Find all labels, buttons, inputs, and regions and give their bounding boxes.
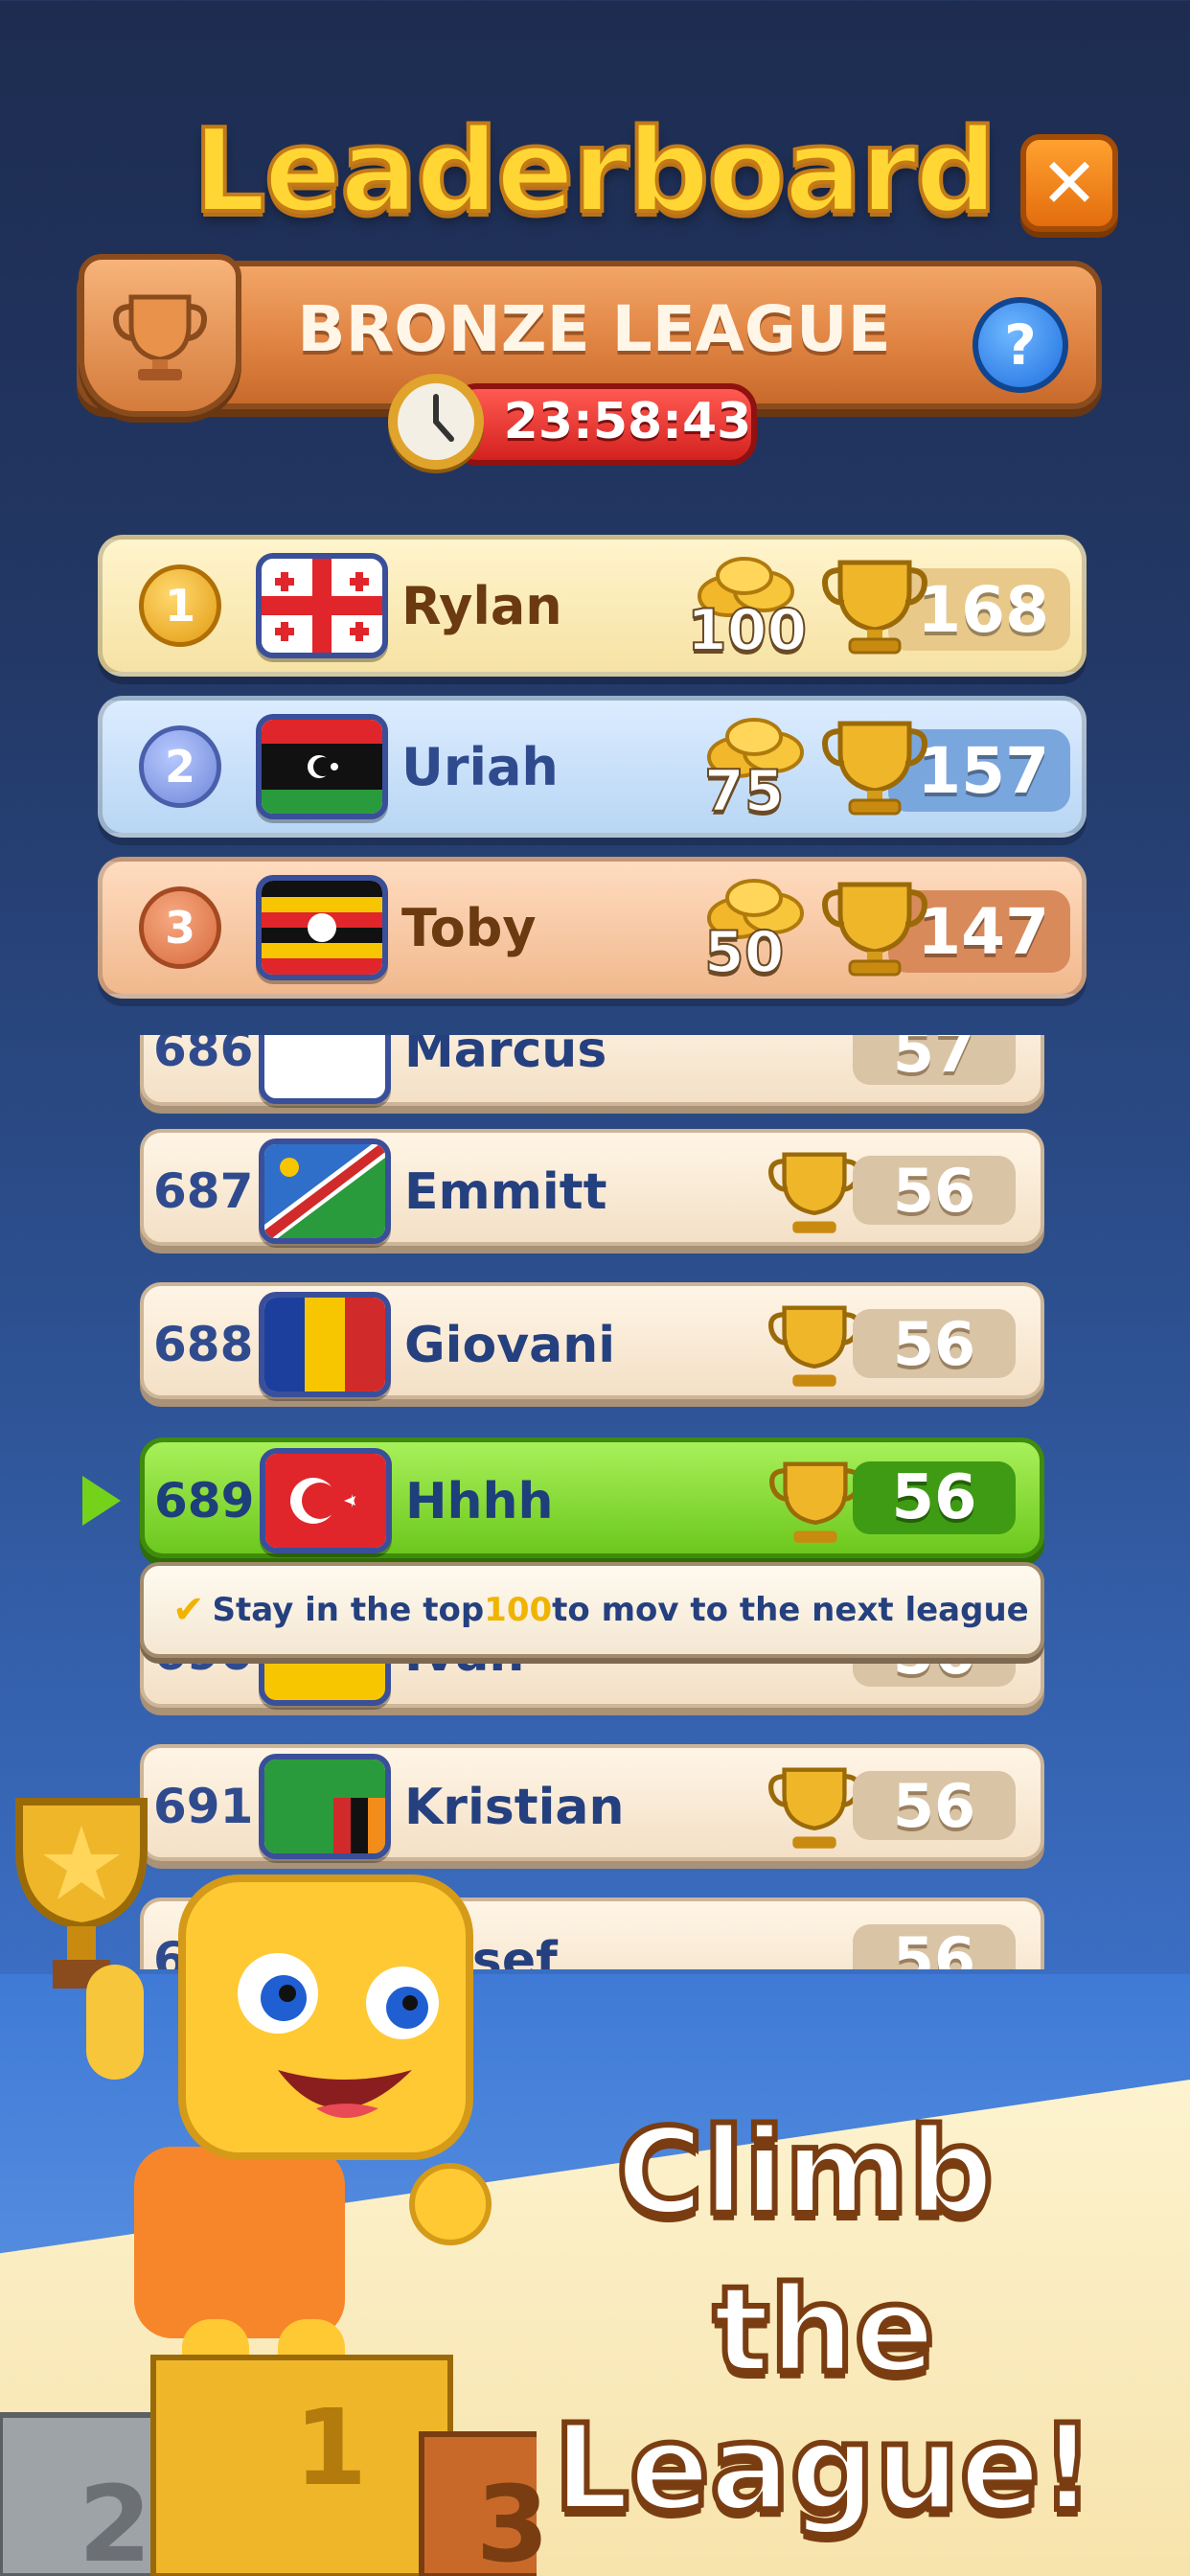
player-name: Rylan	[401, 576, 562, 636]
score-pill: 56	[853, 1156, 1016, 1226]
coin-reward: 100	[686, 596, 808, 665]
flag-georgia-icon	[256, 553, 388, 658]
flag-uganda-icon	[256, 875, 388, 980]
bronze-medal-icon: 3	[139, 886, 221, 969]
trophy-icon	[768, 1152, 860, 1233]
score-pill: 56	[853, 1309, 1016, 1379]
player-name: Giovani	[404, 1317, 616, 1374]
rank-number: 689	[154, 1473, 255, 1529]
tip-suffix: to mov to the next league	[552, 1591, 1029, 1629]
podium-second: 2	[78, 2463, 152, 2576]
rank-number: 687	[153, 1163, 254, 1219]
check-icon: ✔	[172, 1588, 205, 1632]
score-pill: 57	[853, 1035, 1016, 1086]
help-button[interactable]: ?	[973, 297, 1068, 393]
player-name: Toby	[401, 898, 537, 958]
trophy-icon	[768, 1305, 860, 1387]
flag-namibia-icon	[259, 1138, 391, 1244]
league-tip: ✔ Stay in the top 100 to mov to the next…	[140, 1562, 1044, 1658]
league-name: BRONZE LEAGUE	[297, 292, 891, 366]
leaderboard-row-1[interactable]: 1 Rylan 100 168	[98, 535, 1087, 677]
tip-highlight: 100	[484, 1591, 553, 1629]
promo-line-2: the League!	[551, 2259, 1097, 2541]
player-name: Hhhh	[405, 1473, 554, 1530]
player-name: Marcus	[404, 1035, 607, 1079]
promo-line-1: Climb	[613, 2101, 996, 2244]
countdown-timer: 23:58:43	[503, 393, 752, 450]
podium-first: 1	[293, 2386, 368, 2509]
flag-romania-icon	[259, 1292, 391, 1397]
close-icon: ✕	[1040, 143, 1099, 223]
coin-reward: 50	[703, 918, 785, 987]
clock-icon	[388, 374, 484, 470]
trophy-icon	[822, 882, 927, 977]
player-name: Uriah	[401, 737, 559, 797]
trophy-icon	[768, 1767, 860, 1849]
player-name: Emmitt	[404, 1163, 607, 1221]
trophy-icon	[822, 721, 927, 816]
close-button[interactable]: ✕	[1020, 134, 1118, 232]
current-player-score: 56	[853, 1461, 1016, 1534]
leaderboard-row-2[interactable]: 2 Uriah 75 157	[98, 696, 1087, 838]
trophy-icon	[769, 1461, 861, 1543]
score-pill: 56	[853, 1771, 1016, 1841]
score-pill: 56	[853, 1924, 1016, 1969]
list-item[interactable]: 686 Marcus 57	[140, 1035, 1044, 1106]
leaderboard-row-3[interactable]: 3 Toby 50 147	[98, 857, 1087, 999]
list-item[interactable]: 688 Giovani 56	[140, 1282, 1044, 1399]
silver-medal-icon: 2	[139, 725, 221, 808]
trophy-shield-icon	[79, 254, 241, 417]
flag-icon	[259, 1035, 391, 1104]
trophy-icon	[822, 560, 927, 655]
flag-libya-icon	[256, 714, 388, 819]
page-title: Leaderboard	[191, 104, 999, 241]
mascot-illustration	[0, 1782, 587, 2576]
current-player-arrow-icon	[82, 1476, 121, 1526]
question-icon: ?	[1004, 312, 1037, 378]
gold-medal-icon: 1	[139, 564, 221, 647]
coin-reward: 75	[703, 757, 785, 826]
rank-number: 688	[153, 1317, 254, 1372]
flag-turkey-icon	[260, 1448, 392, 1553]
tip-prefix: Stay in the top	[212, 1591, 485, 1629]
rank-number: 686	[153, 1035, 254, 1077]
list-item[interactable]: 687 Emmitt 56	[140, 1129, 1044, 1246]
